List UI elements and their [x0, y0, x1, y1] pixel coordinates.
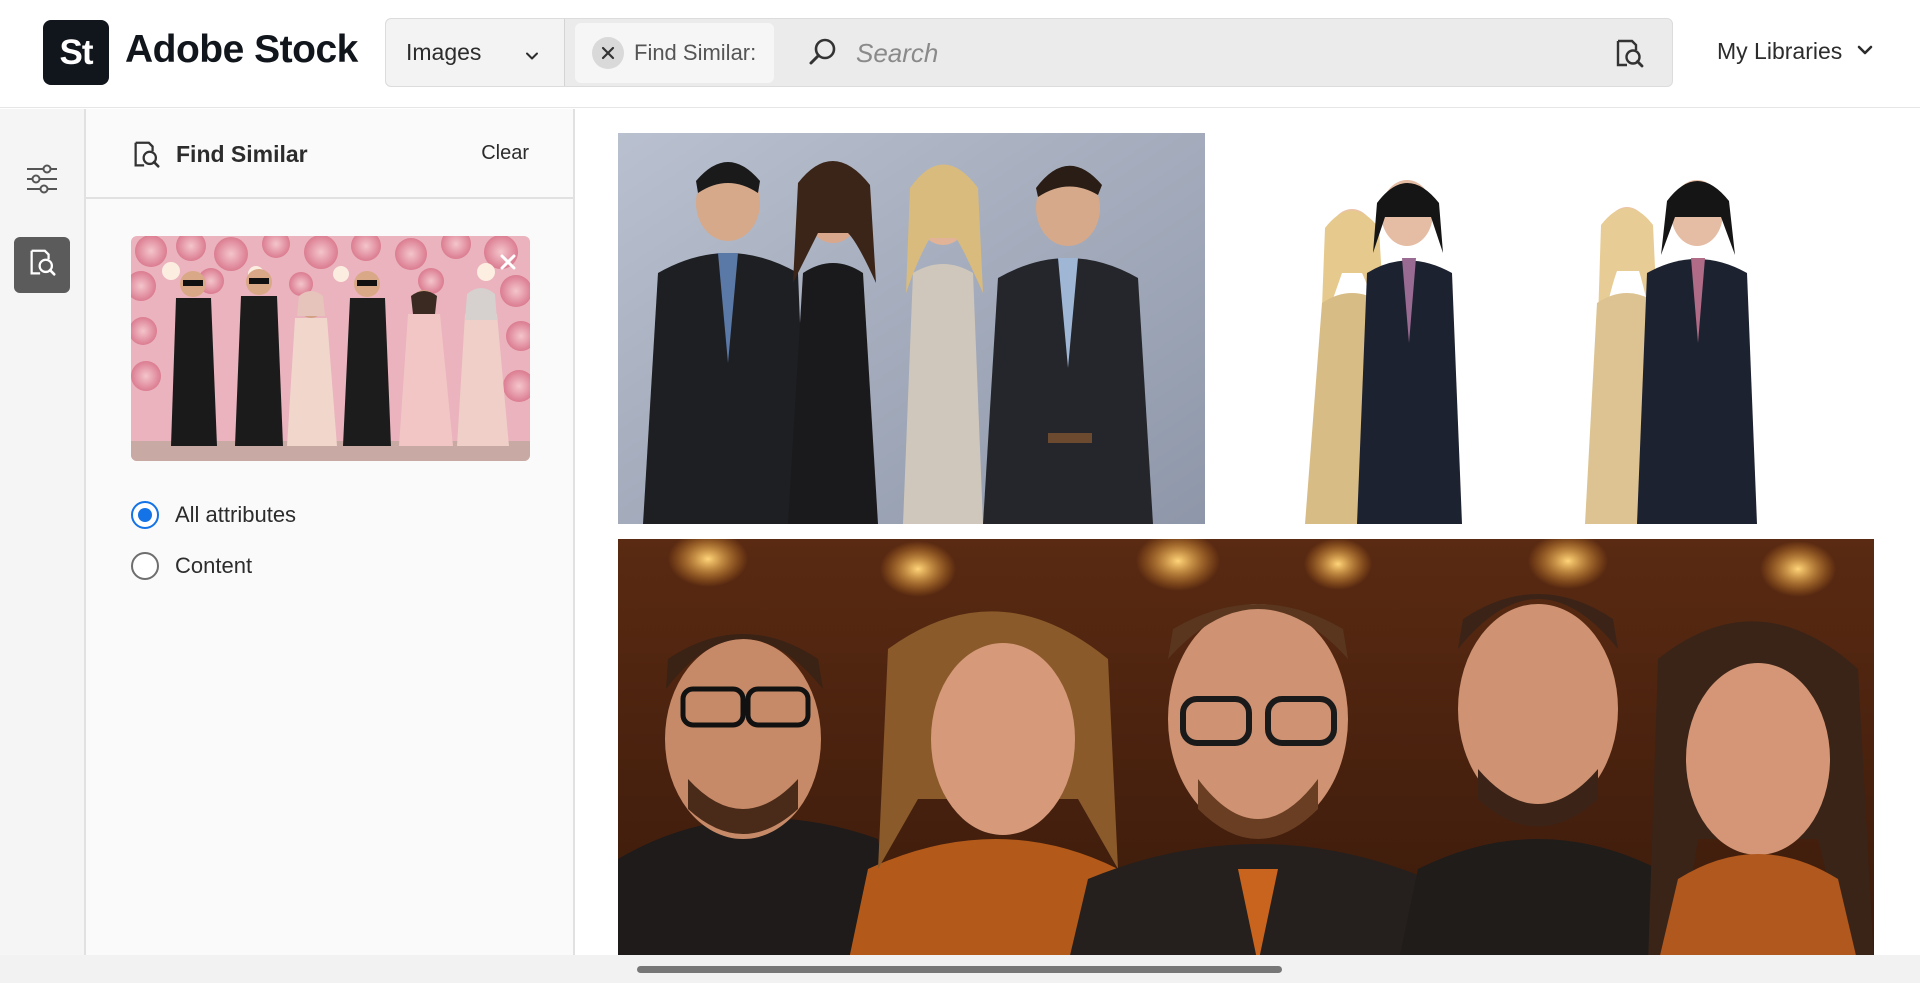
- horizontal-scrollbar[interactable]: [637, 966, 1282, 973]
- panel-title: Find Similar: [176, 141, 308, 167]
- find-similar-chip: Find Similar:: [575, 23, 774, 83]
- option-content[interactable]: Content: [131, 552, 252, 580]
- chevron-down-icon: [1856, 38, 1874, 65]
- chevron-down-icon: [524, 43, 540, 70]
- find-similar-chip-label: Find Similar:: [634, 40, 757, 65]
- left-rail: [0, 109, 86, 983]
- option-label: Content: [175, 553, 253, 578]
- visual-search-icon[interactable]: [1612, 37, 1646, 76]
- results-grid: [577, 109, 1920, 983]
- close-icon[interactable]: [496, 250, 520, 274]
- search-bar: Images Find Similar:: [385, 18, 1673, 87]
- top-header: St Adobe Stock Images Find Similar: My L…: [0, 0, 1920, 108]
- adobe-stock-logo-text[interactable]: Adobe Stock: [125, 28, 358, 72]
- radio-content[interactable]: [131, 552, 159, 580]
- asset-type-value: Images: [406, 39, 482, 65]
- search-icon[interactable]: [806, 35, 840, 74]
- result-image[interactable]: [618, 133, 1205, 524]
- radio-all-attributes[interactable]: [131, 501, 159, 529]
- result-image[interactable]: [1217, 133, 1874, 524]
- find-similar-panel: Find Similar Clear All attributes Conten…: [86, 109, 575, 983]
- my-libraries-menu[interactable]: My Libraries: [1717, 38, 1874, 65]
- adobe-stock-logo-badge[interactable]: St: [43, 20, 109, 85]
- option-label: All attributes: [175, 502, 297, 527]
- asset-type-select[interactable]: Images: [386, 19, 565, 86]
- clear-button[interactable]: Clear: [481, 142, 529, 165]
- search-input[interactable]: [856, 31, 1576, 75]
- close-icon[interactable]: [592, 37, 624, 69]
- find-similar-icon: [130, 139, 162, 176]
- panel-header: Find Similar Clear: [86, 109, 573, 199]
- option-all-attributes[interactable]: All attributes: [131, 501, 296, 529]
- my-libraries-label: My Libraries: [1717, 38, 1843, 64]
- find-similar-icon: [26, 247, 58, 284]
- result-image[interactable]: [618, 539, 1874, 964]
- filters-icon[interactable]: [24, 161, 60, 202]
- find-similar-rail-button[interactable]: [14, 237, 70, 293]
- reference-image: [131, 236, 530, 461]
